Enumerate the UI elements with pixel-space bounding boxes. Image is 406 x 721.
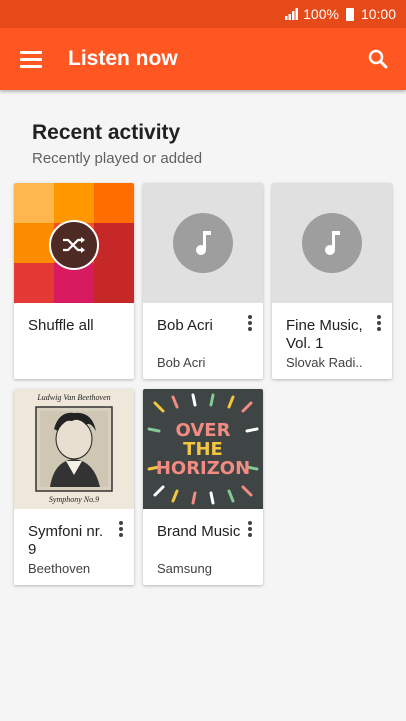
shuffle-all-card[interactable]: Shuffle all: [14, 183, 134, 379]
card-subtitle: Slovak Radi..: [286, 355, 363, 370]
portrait-name: Ludwig Van Beethoven: [37, 393, 111, 402]
mosaic-tile: [54, 183, 94, 223]
music-note-icon: [325, 231, 340, 255]
card-subtitle: Samsung: [157, 561, 212, 576]
card-title: Symfoni nr. 9: [28, 523, 104, 558]
more-options-icon[interactable]: [243, 519, 257, 539]
shuffle-icon: [63, 237, 85, 253]
card-subtitle: Beethoven: [28, 561, 91, 576]
shuffle-artwork: [14, 183, 134, 303]
album-card-bob-acri[interactable]: Bob Acri Bob Acri: [143, 183, 263, 379]
battery-icon: [345, 7, 354, 21]
album-card-symfoni[interactable]: Ludwig Van Beethoven Symphony No.9 Symfo…: [14, 389, 134, 585]
mosaic-tile: [94, 183, 134, 223]
card-title: Fine Music, Vol. 1: [286, 317, 363, 352]
section-title: Recent activity: [32, 121, 181, 144]
album-art-placeholder: [272, 183, 392, 303]
mosaic-tile: [14, 263, 54, 303]
horizon-line-1: OVER: [175, 420, 231, 441]
portrait-caption: Symphony No.9: [48, 495, 100, 504]
card-title: Shuffle all: [28, 317, 94, 334]
horizon-line-2: THE: [183, 439, 223, 460]
signal-icon: [285, 8, 299, 20]
mosaic-tile: [94, 263, 134, 303]
card-subtitle: Bob Acri: [157, 355, 206, 370]
horizon-line-3: HORIZON: [155, 458, 251, 479]
more-options-icon[interactable]: [114, 519, 128, 539]
clock: 10:00: [360, 6, 396, 22]
shuffle-button[interactable]: [49, 220, 99, 270]
mosaic-tile: [14, 223, 54, 263]
more-options-icon[interactable]: [372, 313, 386, 333]
music-note-icon: [196, 231, 211, 255]
mosaic-tile: [14, 183, 54, 223]
page-title: Listen now: [68, 47, 178, 70]
card-title: Brand Music: [157, 523, 241, 540]
section-subtitle: Recently played or added: [32, 150, 203, 167]
over-the-horizon-artwork: OVER THE HORIZON: [143, 389, 263, 509]
search-icon: [368, 49, 388, 69]
more-options-icon[interactable]: [243, 313, 257, 333]
mosaic-tile: [94, 223, 134, 263]
menu-button[interactable]: [12, 41, 48, 77]
search-button[interactable]: [360, 41, 396, 77]
album-art-placeholder: [143, 183, 263, 303]
album-card-fine-music[interactable]: Fine Music, Vol. 1 Slovak Radi..: [272, 183, 392, 379]
beethoven-artwork: Ludwig Van Beethoven Symphony No.9: [14, 389, 134, 509]
app-bar: Listen now: [0, 28, 406, 90]
card-title: Bob Acri: [157, 317, 213, 334]
beethoven-portrait: [35, 406, 113, 492]
battery-percent: 100%: [303, 6, 339, 22]
menu-icon: [20, 51, 42, 54]
album-card-brand-music[interactable]: OVER THE HORIZON Brand Music Samsung: [143, 389, 263, 585]
status-bar: 100% 10:00: [0, 0, 406, 28]
